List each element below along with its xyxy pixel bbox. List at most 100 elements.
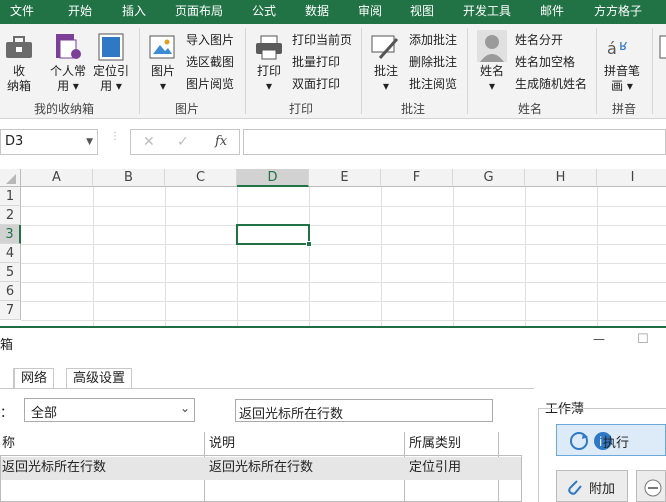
grid-line [165, 187, 166, 326]
pinyin-strokes-button[interactable]: 拼音笔 画 ▾ [600, 64, 644, 94]
print-button[interactable]: 打印 ▾ [252, 64, 286, 94]
tab-developer[interactable]: 开发工具 [463, 0, 511, 24]
maximize-button[interactable]: ☐ [637, 332, 649, 347]
fill-handle[interactable] [306, 241, 312, 247]
run-button[interactable]: i 执行 [556, 424, 666, 456]
grid-line [21, 244, 666, 245]
group-comment-label: 批注 [401, 102, 426, 116]
column-header-b[interactable]: B [93, 169, 165, 187]
formula-input[interactable] [243, 129, 666, 155]
header-description[interactable]: 说明 [209, 432, 235, 456]
column-header-h[interactable]: H [525, 169, 597, 187]
person-avatar-icon [477, 30, 507, 62]
column-header-g[interactable]: G [453, 169, 525, 187]
grid-line [21, 206, 666, 207]
row-header-4[interactable]: 4 [0, 244, 21, 263]
locate-reference-button[interactable]: 定位引 用 ▾ [90, 64, 132, 94]
spreadsheet-grid: A B C D E F G H I 1 2 3 4 5 6 7 [0, 169, 666, 326]
tab-view[interactable]: 视图 [410, 0, 434, 24]
column-header-f[interactable]: F [381, 169, 453, 187]
svg-text:á: á [607, 39, 617, 58]
printer-icon [254, 34, 284, 60]
row-description: 返回光标所在行数 [209, 460, 314, 475]
row-header-2[interactable]: 2 [0, 206, 21, 225]
random-name-button[interactable]: 生成随机姓名 [515, 76, 587, 92]
name-box[interactable]: D3 ▼ [0, 129, 98, 155]
delete-comment-button[interactable]: 删除批注 [409, 54, 457, 70]
attach-button[interactable]: 附加 [556, 470, 628, 502]
row-header-7[interactable]: 7 [0, 301, 21, 320]
group-separator [652, 28, 653, 114]
column-header-c[interactable]: C [165, 169, 237, 187]
minus-circle-icon [644, 479, 662, 497]
selected-cell-d3[interactable] [236, 224, 310, 245]
selection-screenshot-button[interactable]: 选区截图 [186, 54, 234, 70]
grid-line [525, 187, 526, 326]
category-dropdown[interactable]: 全部 ⌄ [24, 398, 195, 422]
comment-browse-button[interactable]: 批注阅览 [409, 76, 457, 92]
import-picture-button[interactable]: 导入图片 [186, 32, 234, 48]
chevron-down-icon[interactable]: ⌄ [180, 401, 190, 415]
grid-line [597, 187, 598, 326]
tab-advanced-settings[interactable]: 高级设置 [66, 368, 133, 388]
column-header-d[interactable]: D [237, 169, 309, 187]
group-separator [361, 28, 362, 114]
name-add-space-button[interactable]: 姓名加空格 [515, 54, 575, 70]
tab-insert[interactable]: 插入 [122, 0, 146, 24]
minimize-button[interactable]: — [593, 332, 605, 346]
search-input[interactable]: 返回光标所在行数 [235, 399, 493, 422]
grid-line [21, 282, 666, 283]
ribbon: 收 纳箱 个人常 用 ▾ 定位引 用 ▾ 我的收纳箱 图片 ▾ 导入图片 选区截… [0, 24, 666, 119]
personal-common-button[interactable]: 个人常 用 ▾ [48, 64, 88, 94]
duplex-print-button[interactable]: 双面打印 [292, 76, 340, 92]
header-category[interactable]: 所属类别 [409, 432, 461, 456]
tab-review[interactable]: 审阅 [358, 0, 382, 24]
select-all-corner[interactable] [0, 169, 21, 187]
tab-file[interactable]: 文件 [10, 0, 34, 24]
group-separator [139, 28, 140, 114]
filter-label: ： [0, 406, 14, 421]
row-category: 定位引用 [409, 460, 462, 475]
row-header-3[interactable]: 3 [0, 225, 21, 244]
name-button[interactable]: 姓名 ▾ [475, 64, 509, 94]
splitter-handle[interactable]: ⋮ [110, 131, 120, 153]
add-comment-button[interactable]: 添加批注 [409, 32, 457, 48]
tab-formulas[interactable]: 公式 [252, 0, 276, 24]
row-header-5[interactable]: 5 [0, 263, 21, 282]
print-current-page-button[interactable]: 打印当前页 [292, 32, 352, 48]
batch-print-button[interactable]: 批量打印 [292, 54, 340, 70]
cancel-icon[interactable]: ✕ [143, 134, 155, 150]
tab-data[interactable]: 数据 [305, 0, 329, 24]
picture-button[interactable]: 图片 ▾ [146, 64, 180, 94]
confirm-icon[interactable]: ✓ [177, 134, 189, 150]
remove-button[interactable] [636, 470, 666, 502]
tab-partial[interactable] [0, 368, 14, 388]
picture-browse-button[interactable]: 图片阅览 [186, 76, 234, 92]
column-header-e[interactable]: E [309, 169, 381, 187]
partial-icon [658, 34, 666, 60]
tab-network[interactable]: 网络 [14, 368, 55, 388]
row-header-6[interactable]: 6 [0, 282, 21, 301]
chevron-down-icon[interactable]: ▼ [86, 137, 93, 147]
collect-button[interactable]: 收 纳箱 [2, 64, 36, 94]
search-input-value: 返回光标所在行数 [239, 407, 344, 422]
grid-line [93, 187, 94, 326]
group-my-toolbox-label: 我的收纳箱 [34, 102, 95, 116]
picture-icon [148, 34, 176, 60]
group-separator [467, 28, 468, 114]
comment-button[interactable]: 批注 ▾ [369, 64, 403, 94]
row-header-1[interactable]: 1 [0, 187, 21, 206]
dialog-title: 箱 [0, 338, 14, 353]
tab-home[interactable]: 开始 [68, 0, 92, 24]
split-name-button[interactable]: 姓名分开 [515, 32, 563, 48]
tab-mailings[interactable]: 邮件 [540, 0, 564, 24]
header-name[interactable]: 称 [2, 432, 15, 456]
column-header-a[interactable]: A [21, 169, 93, 187]
function-icon[interactable]: fx [215, 134, 227, 149]
formula-buttons: ✕ ✓ fx [130, 129, 240, 155]
column-header-i[interactable]: I [597, 169, 666, 187]
toolbox-dialog: 箱 — ☐ 网络 高级设置 ： 全部 ⌄ 返回光标所在行数 称 说明 所属类别 … [0, 326, 666, 502]
tab-fangfang[interactable]: 方方格子 [594, 0, 642, 24]
grid-line [21, 263, 666, 264]
tab-page-layout[interactable]: 页面布局 [175, 0, 223, 24]
